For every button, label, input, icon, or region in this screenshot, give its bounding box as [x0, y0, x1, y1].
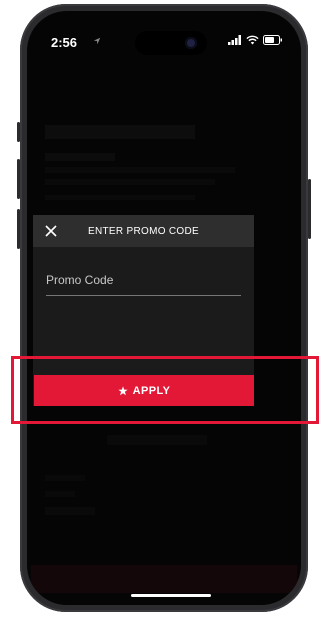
apply-button[interactable]: APPLY — [34, 375, 254, 406]
modal-title: ENTER PROMO CODE — [88, 225, 199, 237]
status-bar: 2:56 — [27, 11, 301, 55]
battery-icon — [263, 35, 282, 45]
camera-icon — [185, 37, 197, 49]
promo-code-field — [46, 269, 241, 296]
signal-icon — [228, 35, 241, 45]
side-button-power — [308, 179, 311, 239]
wifi-icon — [246, 35, 259, 45]
modal-header: ENTER PROMO CODE — [33, 215, 254, 247]
promo-code-input[interactable] — [46, 269, 241, 296]
side-button-volume-down — [17, 209, 20, 249]
star-icon — [118, 385, 128, 395]
home-indicator[interactable] — [131, 594, 211, 597]
apply-button-label: APPLY — [132, 384, 171, 397]
status-time: 2:56 — [51, 35, 78, 50]
location-arrow-icon — [93, 37, 101, 45]
status-indicators — [228, 35, 283, 45]
side-button-volume-up — [17, 159, 20, 199]
dynamic-island — [135, 31, 207, 55]
side-button-silent — [17, 122, 20, 142]
